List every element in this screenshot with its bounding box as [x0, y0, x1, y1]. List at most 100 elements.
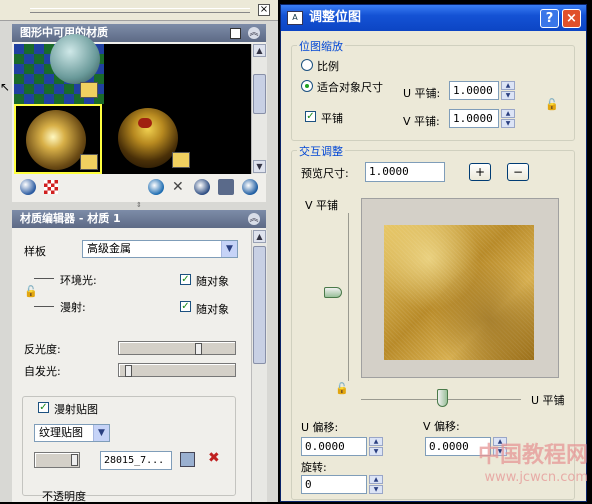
slider-knob[interactable] [195, 343, 202, 355]
tool-icon[interactable] [218, 179, 234, 195]
unlock-icon[interactable]: 🔓 [545, 99, 559, 111]
u-tile-spinner[interactable]: ▲ ▼ [501, 81, 515, 100]
create-new-icon[interactable] [148, 179, 164, 195]
globe-icon[interactable] [242, 179, 258, 195]
preview-frame [361, 198, 559, 378]
u-offset-spinner[interactable]: ▲ ▼ [369, 437, 383, 456]
material-swatch-gold-texture[interactable] [104, 104, 194, 174]
map-file-button[interactable]: 28015_7... [100, 451, 172, 470]
scroll-up-icon[interactable]: ▲ [253, 44, 266, 57]
purge-icon[interactable]: ✕ [172, 179, 188, 195]
spin-up-icon[interactable]: ▲ [501, 81, 515, 90]
sphere-highlight [138, 118, 152, 128]
close-button[interactable]: × [562, 9, 581, 28]
rotation-input[interactable]: 0 [301, 475, 367, 494]
map-type-select[interactable]: 纹理贴图 ▼ [34, 424, 110, 442]
chevron-down-icon[interactable]: ▼ [93, 425, 109, 441]
spin-down-icon[interactable]: ▼ [501, 119, 515, 128]
spin-down-icon[interactable]: ▼ [369, 447, 383, 456]
rotation-spinner[interactable]: ▲ ▼ [369, 475, 383, 494]
diffuse-map-checkbox[interactable]: ✓ [38, 402, 49, 413]
dialog-titlebar[interactable]: A 调整位图 ? × [281, 5, 586, 31]
help-button[interactable]: ? [540, 9, 559, 28]
collapse-chevron-icon[interactable]: ︽ [248, 27, 260, 39]
self-illumination-slider[interactable] [118, 363, 236, 377]
reflectivity-slider[interactable] [118, 341, 236, 355]
diffuse-label: 漫射: [60, 301, 86, 314]
zoom-in-button[interactable]: + [469, 163, 491, 181]
v-tile-label: V 平铺: [403, 115, 440, 128]
material-in-use-icon [172, 152, 190, 168]
map-edit-icon[interactable] [180, 452, 195, 467]
material-in-use-icon [80, 154, 98, 170]
template-value: 高级金属 [87, 242, 131, 255]
tile-checkbox[interactable]: ✓ [305, 111, 316, 122]
swatch-scrollbar[interactable]: ▲ ▼ [251, 44, 267, 174]
scroll-down-icon[interactable]: ▼ [253, 160, 266, 173]
bitmap-preview-image[interactable] [384, 225, 534, 360]
fit-to-object-radio[interactable] [301, 80, 313, 92]
rotation-label: 旋转: [301, 461, 327, 474]
material-palette: × 图形中可用的材质 ︽ ▲ ▼ ✕ ⇕ 材质编辑器 - 材质 1 ︽ 样板 高… [0, 0, 278, 503]
u-tile-input[interactable]: 1.0000 [449, 81, 499, 100]
scroll-thumb[interactable] [253, 74, 266, 114]
spin-down-icon[interactable]: ▼ [501, 91, 515, 100]
u-offset-input[interactable]: 0.0000 [301, 437, 367, 456]
collapse-chevron-icon[interactable]: ︽ [248, 213, 260, 225]
checker-icon[interactable] [44, 180, 58, 194]
material-swatch-checker[interactable] [14, 34, 104, 104]
mouse-cursor-icon: ↖ [0, 80, 11, 94]
link-line [34, 306, 54, 307]
template-select[interactable]: 高级金属 ▼ [82, 240, 238, 258]
preview-size-label: 预览尺寸: [301, 167, 349, 180]
chevron-down-icon[interactable]: ▼ [221, 241, 237, 257]
ambient-label: 环境光: [60, 274, 97, 287]
scroll-thumb[interactable] [253, 246, 266, 364]
material-swatch-gold-selected[interactable] [14, 104, 102, 174]
diffuse-by-object-checkbox[interactable]: ✓ [180, 301, 191, 312]
unlock-icon[interactable]: 🔓 [335, 383, 349, 395]
spin-up-icon[interactable]: ▲ [369, 437, 383, 446]
v-tile-axis-label: V 平铺 [305, 199, 339, 212]
palette-close-icon[interactable]: × [258, 4, 270, 16]
scroll-up-icon[interactable]: ▲ [253, 230, 266, 243]
material-swatch-empty[interactable] [104, 44, 251, 104]
v-tile-slider-knob[interactable] [324, 287, 342, 298]
zoom-out-button[interactable]: − [507, 163, 529, 181]
self-illumination-label: 自发光: [24, 365, 61, 378]
template-label: 样板 [24, 245, 46, 258]
u-tile-label: U 平铺: [403, 87, 441, 100]
v-tile-spinner[interactable]: ▲ ▼ [501, 109, 515, 128]
textured-sphere-preview [118, 108, 178, 168]
apply-icon[interactable] [194, 179, 210, 195]
spin-up-icon[interactable]: ▲ [369, 475, 383, 484]
spin-down-icon[interactable]: ▼ [369, 485, 383, 494]
v-tile-slider-track[interactable] [348, 213, 349, 381]
palette-grip-strip[interactable]: × [0, 0, 278, 21]
slider-knob[interactable] [71, 454, 78, 466]
spin-up-icon[interactable]: ▲ [501, 109, 515, 118]
ambient-by-object-checkbox[interactable]: ✓ [180, 274, 191, 285]
map-blend-slider[interactable] [34, 452, 80, 468]
editor-scrollbar[interactable]: ▲ [251, 230, 267, 502]
bitmap-scaling-label: 位图缩放 [297, 38, 345, 54]
diffuse-map-label: 漫射贴图 [54, 403, 98, 416]
sphere-icon[interactable] [20, 179, 36, 195]
tile-label: 平铺 [321, 112, 343, 125]
material-in-use-icon [80, 82, 98, 98]
splitter-grip-icon[interactable]: ⇕ [136, 201, 144, 209]
slider-knob[interactable] [125, 365, 132, 377]
panel-toggle-icon[interactable] [230, 28, 241, 39]
link-line [34, 278, 54, 279]
unlock-icon[interactable]: 🔓 [24, 286, 38, 298]
watermark-url: www.jcwcn.com [484, 470, 588, 485]
scale-radio[interactable] [301, 59, 313, 71]
v-tile-input[interactable]: 1.0000 [449, 109, 499, 128]
dialog-title: 调整位图 [309, 10, 362, 25]
diffuse-by-object-label: 随对象 [196, 303, 229, 316]
delete-map-icon[interactable]: ✖ [208, 451, 223, 466]
u-tile-slider-knob[interactable] [437, 389, 448, 407]
available-materials-title: 图形中可用的材质 [12, 24, 266, 42]
preview-size-input[interactable]: 1.0000 [365, 162, 445, 182]
reflectivity-label: 反光度: [24, 343, 61, 356]
